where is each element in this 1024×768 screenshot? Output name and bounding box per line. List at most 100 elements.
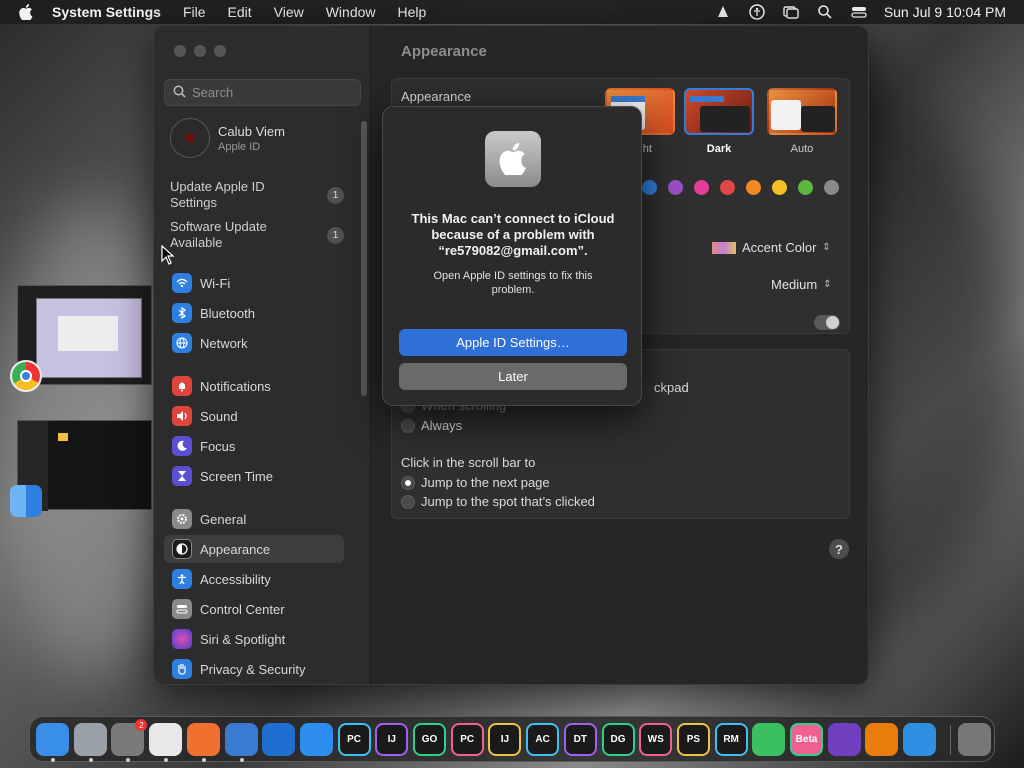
pycharm-icon[interactable]: PC [337, 723, 371, 756]
running-indicator [201, 758, 206, 762]
screen-mirroring-icon[interactable] [782, 3, 800, 21]
intellij-ce-icon[interactable]: IJ [488, 723, 522, 756]
notice-software-update[interactable]: Software Update Available 1 [170, 219, 350, 251]
sidebar-item-sound[interactable]: Sound [164, 402, 344, 430]
preview-icon[interactable] [224, 723, 258, 756]
highlight-color-popup[interactable]: Accent Color ⇕ [712, 240, 831, 255]
accent-swatch-pink[interactable] [694, 180, 709, 195]
accent-swatch-blue[interactable] [642, 180, 657, 195]
minimize-button[interactable] [194, 45, 206, 57]
goland-icon[interactable]: GO [413, 723, 446, 756]
alert-title: This Mac can’t connect to iCloud because… [411, 211, 615, 258]
accessibility-icon [172, 569, 192, 589]
visual-studio-icon[interactable] [827, 723, 861, 756]
app-extra-icon[interactable] [714, 3, 732, 21]
highlight-color-value: Accent Color [742, 240, 817, 255]
chevron-updown-icon: ⇕ [823, 279, 832, 290]
globe-icon [172, 333, 192, 353]
menu-edit[interactable]: Edit [228, 4, 252, 20]
finder-window-icon[interactable] [10, 485, 42, 517]
datagrip-icon[interactable]: DT [563, 723, 597, 756]
xcode-icon[interactable] [903, 723, 937, 756]
sidebar-item-wifi[interactable]: Wi-Fi [164, 269, 344, 297]
sidebar-item-label: Bluetooth [200, 305, 255, 321]
launchpad-icon[interactable] [73, 723, 107, 756]
running-indicator [126, 758, 131, 762]
sidebar-item-label: Siri & Spotlight [200, 631, 286, 647]
pycharm-ce-icon[interactable]: PC [450, 723, 484, 756]
webstorm-icon[interactable]: WS [639, 723, 673, 756]
sidebar-item-privacy-security[interactable]: Privacy & Security [164, 655, 344, 683]
jetbrains-beta-icon[interactable]: Beta [790, 723, 823, 756]
apple-id-settings-button[interactable]: Apple ID Settings… [399, 329, 627, 356]
sidebar-item-siri-spotlight[interactable]: Siri & Spotlight [164, 625, 344, 653]
appcode-icon[interactable]: AC [526, 723, 560, 756]
jump-next-page-option[interactable]: Jump to the next page [401, 475, 550, 490]
menu-clock[interactable]: Sun Jul 9 10:04 PM [884, 4, 1006, 20]
notice-update-apple-id[interactable]: Update Apple ID Settings 1 [170, 179, 350, 211]
sidebar-item-bluetooth[interactable]: Bluetooth [164, 299, 344, 327]
sidebar-item-appearance[interactable]: Appearance [164, 535, 344, 563]
sidebar-icon-size-popup[interactable]: Medium ⇕ [771, 277, 832, 292]
window-controls [174, 45, 234, 57]
app-store-icon[interactable] [299, 723, 333, 756]
menu-help[interactable]: Help [398, 4, 427, 20]
control-center-menu-icon[interactable] [850, 3, 868, 21]
later-button[interactable]: Later [399, 363, 627, 390]
scroll-always-option[interactable]: Always [401, 418, 462, 433]
auto-window-dark [801, 106, 835, 132]
chrome-window-icon[interactable] [10, 360, 42, 392]
menu-file[interactable]: File [183, 4, 206, 20]
accent-swatch-orange[interactable] [746, 180, 761, 195]
sidebar-item-general[interactable]: General [164, 505, 344, 533]
close-button[interactable] [174, 45, 186, 57]
sidebar-search[interactable] [164, 79, 361, 106]
sidebar-item-control-center[interactable]: Control Center [164, 595, 344, 623]
accent-swatch-purple[interactable] [668, 180, 683, 195]
jump-to-spot-option[interactable]: Jump to the spot that’s clicked [401, 494, 595, 509]
firefox-icon[interactable] [186, 723, 220, 756]
zoom-button[interactable] [214, 45, 226, 57]
sidebar-item-network[interactable]: Network [164, 329, 344, 357]
sidebar-item-label: Privacy & Security [200, 661, 306, 677]
accent-swatch-yellow[interactable] [772, 180, 787, 195]
accessibility-menu-icon[interactable] [748, 3, 766, 21]
vscode-icon[interactable] [262, 723, 296, 756]
finder-icon[interactable] [36, 723, 69, 756]
apple-menu-icon[interactable] [16, 2, 36, 22]
intellij-icon[interactable]: IJ [375, 723, 409, 756]
help-button[interactable]: ? [829, 539, 849, 559]
apple-id-account[interactable]: Calub Viem Apple ID [170, 118, 285, 158]
phpstorm-icon[interactable]: PS [676, 723, 710, 756]
sidebar-item-accessibility[interactable]: Accessibility [164, 565, 344, 593]
theme-dark-thumbnail[interactable] [684, 88, 754, 135]
accent-swatch-graphite[interactable] [824, 180, 839, 195]
trash-icon[interactable] [958, 723, 991, 756]
spotlight-search-icon[interactable] [816, 3, 834, 21]
blender-icon[interactable] [865, 723, 899, 756]
search-input[interactable] [192, 85, 352, 100]
thumbnail-file-icon [58, 433, 68, 441]
rubymine-icon[interactable]: RM [714, 723, 748, 756]
sidebar-item-screen-time[interactable]: Screen Time [164, 462, 344, 490]
sidebar-item-focus[interactable]: Focus [164, 432, 344, 460]
accent-swatch-green[interactable] [798, 180, 813, 195]
android-studio-icon[interactable] [752, 723, 786, 756]
sidebar-item-notifications[interactable]: Notifications [164, 372, 344, 400]
dataspell-icon[interactable]: DG [601, 723, 635, 756]
gear-icon [172, 509, 192, 529]
sidebar-item-label: Appearance [200, 541, 271, 557]
menu-window[interactable]: Window [326, 4, 376, 20]
app-menu[interactable]: System Settings [52, 4, 161, 20]
menu-view[interactable]: View [274, 4, 304, 20]
sidebar-item-label: Sound [200, 408, 238, 424]
sidebar-scrollbar[interactable] [361, 121, 367, 396]
running-indicator [51, 758, 55, 762]
theme-auto-thumbnail[interactable] [767, 88, 837, 135]
wallpaper-tinting-toggle[interactable] [814, 315, 840, 330]
accent-swatch-red[interactable] [720, 180, 735, 195]
light-window-bar [611, 96, 645, 102]
theme-dark-label: Dark [706, 143, 732, 155]
notice-label: Software Update Available [170, 219, 267, 250]
chrome-icon[interactable] [149, 723, 183, 756]
